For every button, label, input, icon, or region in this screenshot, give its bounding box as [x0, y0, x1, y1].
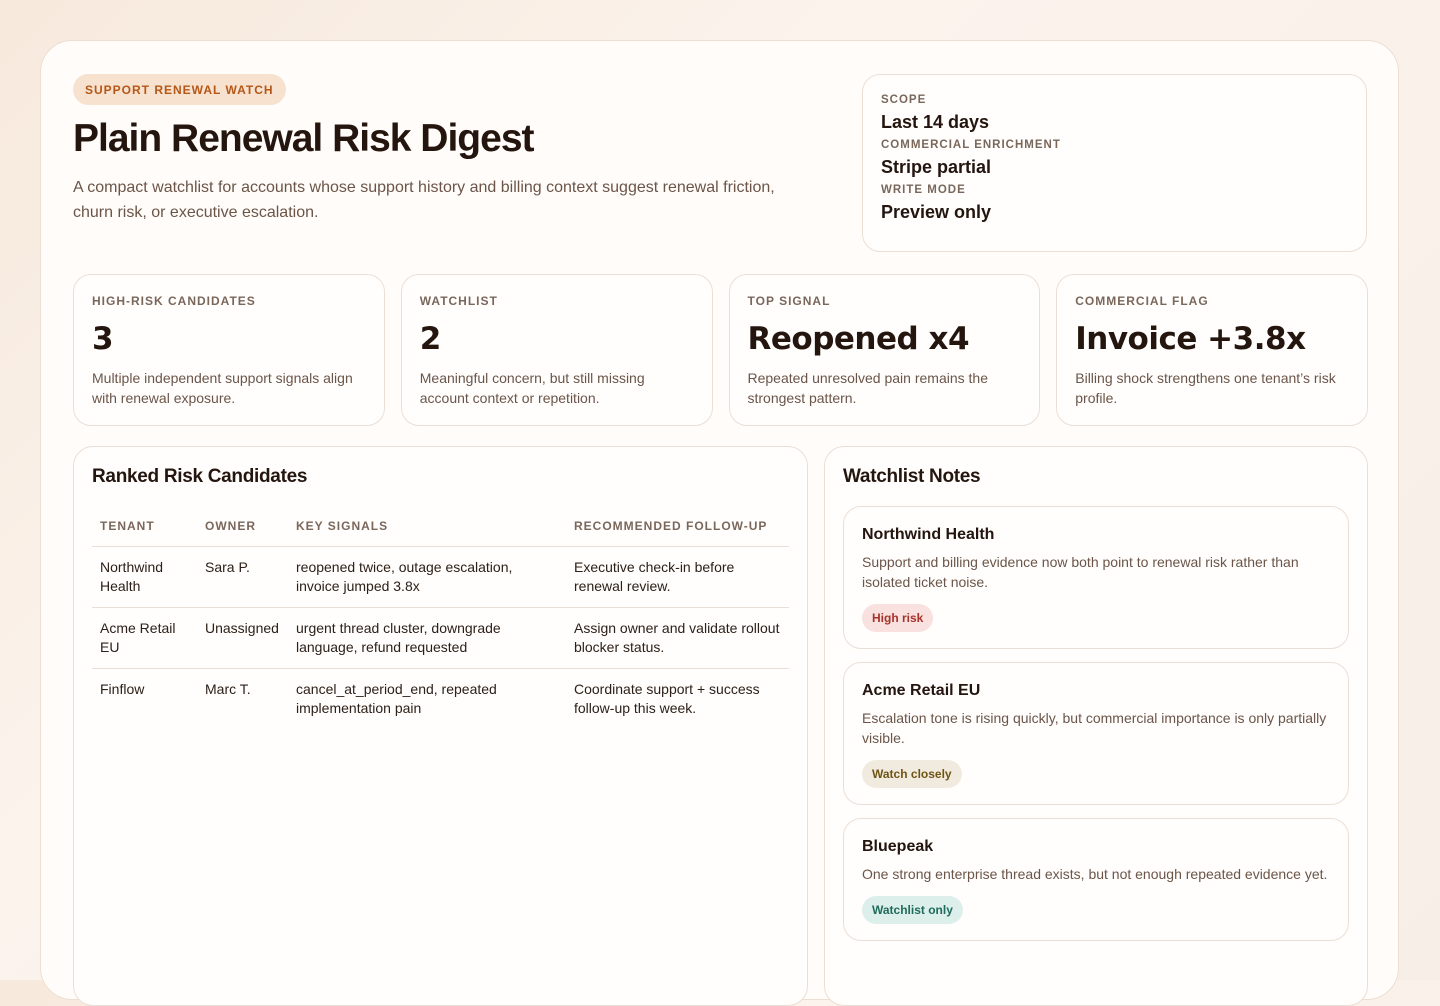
note-text: Support and billing evidence now both po… — [862, 554, 1299, 590]
table-row: Northwind Health Sara P. reopened twice,… — [92, 546, 789, 608]
risk-badge: High risk — [862, 604, 934, 632]
note-tenant-name: Northwind Health — [862, 526, 995, 543]
table-row: Finflow Marc T. cancel_at_period_end, re… — [92, 669, 789, 730]
stat-value: 3 — [92, 321, 114, 357]
followup-cell: Executive check-in before renewal review… — [566, 546, 789, 608]
ranked-candidates-panel: Ranked Risk Candidates TENANT OWNER KEY … — [73, 446, 808, 1006]
stat-description: Billing shock strengthens one tenant’s r… — [1075, 370, 1336, 406]
stat-card-high-risk: HIGH-RISK CANDIDATES 3 Multiple independ… — [73, 274, 385, 426]
stat-value: 2 — [419, 321, 442, 357]
column-header-followup: RECOMMENDED FOLLOW-UP — [566, 513, 789, 547]
stat-label: TOP SIGNAL — [747, 294, 831, 308]
panel-title: Watchlist Notes — [843, 466, 981, 487]
signals-cell: urgent thread cluster, downgrade languag… — [288, 607, 566, 669]
tenant-cell: Northwind Health — [92, 546, 197, 608]
note-card-bluepeak: Bluepeak One strong enterprise thread ex… — [843, 818, 1349, 941]
table-header-row: TENANT OWNER KEY SIGNALS RECOMMENDED FOL… — [92, 513, 789, 547]
stat-description: Repeated unresolved pain remains the str… — [747, 370, 989, 406]
table-row: Acme Retail EU Unassigned urgent thread … — [92, 607, 789, 669]
followup-cell: Coordinate support + success follow-up t… — [574, 681, 760, 716]
note-text: Escalation tone is rising quickly, but c… — [862, 710, 1327, 746]
enrichment-value: Stripe partial — [881, 157, 992, 177]
page-title: Plain Renewal Risk Digest — [73, 117, 535, 160]
risk-badge: Watchlist only — [862, 896, 963, 924]
note-text: One strong enterprise thread exists, but… — [862, 866, 1328, 882]
column-header-signals: KEY SIGNALS — [288, 513, 566, 547]
write-mode-label: WRITE MODE — [881, 184, 966, 196]
stat-description: Meaningful concern, but still missing ac… — [419, 370, 645, 406]
page-subtitle: A compact watchlist for accounts whose s… — [73, 179, 775, 221]
eyebrow-badge: SUPPORT RENEWAL WATCH — [73, 74, 286, 105]
stat-label: COMMERCIAL FLAG — [1075, 294, 1209, 308]
note-card-acme: Acme Retail EU Escalation tone is rising… — [843, 662, 1349, 805]
scope-card: SCOPE Last 14 days COMMERCIAL ENRICHMENT… — [862, 74, 1367, 252]
stat-label: HIGH-RISK CANDIDATES — [92, 294, 256, 308]
column-header-tenant: TENANT — [92, 513, 197, 547]
note-tenant-name: Acme Retail EU — [862, 682, 981, 699]
hero: SUPPORT RENEWAL WATCH Plain Renewal Risk… — [73, 74, 813, 225]
watchlist-notes-panel: Watchlist Notes Northwind Health Support… — [824, 446, 1368, 1006]
stat-card-commercial-flag: COMMERCIAL FLAG Invoice +3.8x Billing sh… — [1056, 274, 1368, 426]
stat-value: Reopened x4 — [747, 321, 970, 357]
signals-cell: cancel_at_period_end, repeated implement… — [296, 681, 497, 716]
panel-title: Ranked Risk Candidates — [92, 466, 308, 487]
stat-description: Multiple independent support signals ali… — [92, 370, 353, 406]
stat-card-top-signal: TOP SIGNAL Reopened x4 Repeated unresolv… — [728, 274, 1041, 426]
column-header-owner: OWNER — [197, 513, 288, 547]
owner-cell: Sara P. — [197, 546, 288, 608]
enrichment-label: COMMERCIAL ENRICHMENT — [881, 139, 1061, 151]
tenant-cell: Acme Retail EU — [92, 607, 197, 669]
risk-badge: Watch closely — [862, 760, 962, 788]
digest-card: SUPPORT RENEWAL WATCH Plain Renewal Risk… — [40, 40, 1399, 1006]
owner-cell: Unassigned — [197, 607, 288, 669]
note-card-northwind: Northwind Health Support and billing evi… — [843, 506, 1349, 649]
stat-row: HIGH-RISK CANDIDATES 3 Multiple independ… — [73, 274, 1368, 426]
scope-value: Last 14 days — [881, 112, 990, 132]
tenant-cell: Finflow — [100, 681, 145, 697]
followup-cell: Assign owner and validate rollout blocke… — [566, 607, 789, 669]
note-tenant-name: Bluepeak — [862, 838, 934, 855]
owner-cell: Marc T. — [205, 681, 251, 697]
signals-cell: reopened twice, outage escalation, invoi… — [288, 546, 566, 608]
stat-value: Invoice +3.8x — [1075, 321, 1306, 357]
write-mode-value: Preview only — [881, 202, 992, 222]
scope-label: SCOPE — [881, 94, 927, 106]
candidates-table: TENANT OWNER KEY SIGNALS RECOMMENDED FOL… — [92, 513, 789, 729]
stat-label: WATCHLIST — [419, 294, 498, 308]
stat-card-watchlist: WATCHLIST 2 Meaningful concern, but stil… — [400, 274, 713, 426]
